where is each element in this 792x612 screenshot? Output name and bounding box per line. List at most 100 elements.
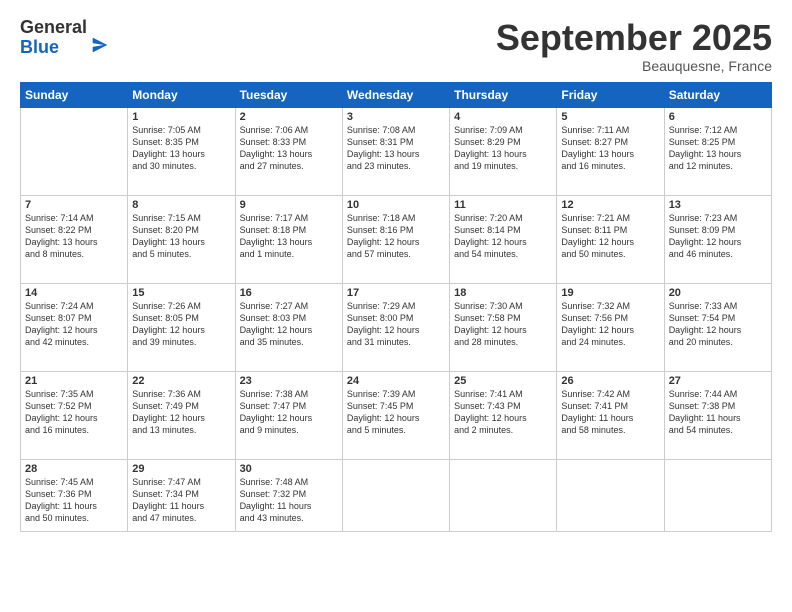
day-detail: Sunrise: 7:11 AMSunset: 8:27 PMDaylight:… bbox=[561, 124, 659, 173]
day-number: 18 bbox=[454, 287, 552, 299]
day-number: 19 bbox=[561, 287, 659, 299]
table-row: 8Sunrise: 7:15 AMSunset: 8:20 PMDaylight… bbox=[128, 195, 235, 283]
day-number: 28 bbox=[25, 463, 123, 475]
calendar-header-row: Sunday Monday Tuesday Wednesday Thursday… bbox=[21, 82, 772, 107]
table-row: 21Sunrise: 7:35 AMSunset: 7:52 PMDayligh… bbox=[21, 371, 128, 459]
day-number: 23 bbox=[240, 375, 338, 387]
table-row: 27Sunrise: 7:44 AMSunset: 7:38 PMDayligh… bbox=[664, 371, 771, 459]
day-number: 2 bbox=[240, 111, 338, 123]
table-row: 3Sunrise: 7:08 AMSunset: 8:31 PMDaylight… bbox=[342, 107, 449, 195]
table-row bbox=[342, 459, 449, 531]
day-detail: Sunrise: 7:12 AMSunset: 8:25 PMDaylight:… bbox=[669, 124, 767, 173]
day-detail: Sunrise: 7:14 AMSunset: 8:22 PMDaylight:… bbox=[25, 212, 123, 261]
day-detail: Sunrise: 7:29 AMSunset: 8:00 PMDaylight:… bbox=[347, 300, 445, 349]
table-row: 22Sunrise: 7:36 AMSunset: 7:49 PMDayligh… bbox=[128, 371, 235, 459]
day-detail: Sunrise: 7:18 AMSunset: 8:16 PMDaylight:… bbox=[347, 212, 445, 261]
day-number: 15 bbox=[132, 287, 230, 299]
day-number: 26 bbox=[561, 375, 659, 387]
day-number: 14 bbox=[25, 287, 123, 299]
day-detail: Sunrise: 7:30 AMSunset: 7:58 PMDaylight:… bbox=[454, 300, 552, 349]
day-detail: Sunrise: 7:26 AMSunset: 8:05 PMDaylight:… bbox=[132, 300, 230, 349]
table-row: 7Sunrise: 7:14 AMSunset: 8:22 PMDaylight… bbox=[21, 195, 128, 283]
table-row: 6Sunrise: 7:12 AMSunset: 8:25 PMDaylight… bbox=[664, 107, 771, 195]
calendar-table: Sunday Monday Tuesday Wednesday Thursday… bbox=[20, 82, 772, 532]
table-row: 1Sunrise: 7:05 AMSunset: 8:35 PMDaylight… bbox=[128, 107, 235, 195]
day-number: 20 bbox=[669, 287, 767, 299]
day-number: 8 bbox=[132, 199, 230, 211]
day-detail: Sunrise: 7:38 AMSunset: 7:47 PMDaylight:… bbox=[240, 388, 338, 437]
table-row: 10Sunrise: 7:18 AMSunset: 8:16 PMDayligh… bbox=[342, 195, 449, 283]
header-saturday: Saturday bbox=[664, 82, 771, 107]
day-number: 10 bbox=[347, 199, 445, 211]
day-detail: Sunrise: 7:36 AMSunset: 7:49 PMDaylight:… bbox=[132, 388, 230, 437]
day-number: 16 bbox=[240, 287, 338, 299]
day-number: 17 bbox=[347, 287, 445, 299]
location: Beauquesne, France bbox=[496, 58, 772, 74]
day-detail: Sunrise: 7:08 AMSunset: 8:31 PMDaylight:… bbox=[347, 124, 445, 173]
table-row: 12Sunrise: 7:21 AMSunset: 8:11 PMDayligh… bbox=[557, 195, 664, 283]
table-row: 13Sunrise: 7:23 AMSunset: 8:09 PMDayligh… bbox=[664, 195, 771, 283]
table-row: 9Sunrise: 7:17 AMSunset: 8:18 PMDaylight… bbox=[235, 195, 342, 283]
day-number: 11 bbox=[454, 199, 552, 211]
day-detail: Sunrise: 7:39 AMSunset: 7:45 PMDaylight:… bbox=[347, 388, 445, 437]
day-detail: Sunrise: 7:20 AMSunset: 8:14 PMDaylight:… bbox=[454, 212, 552, 261]
day-detail: Sunrise: 7:06 AMSunset: 8:33 PMDaylight:… bbox=[240, 124, 338, 173]
header-sunday: Sunday bbox=[21, 82, 128, 107]
day-detail: Sunrise: 7:21 AMSunset: 8:11 PMDaylight:… bbox=[561, 212, 659, 261]
header-monday: Monday bbox=[128, 82, 235, 107]
day-number: 3 bbox=[347, 111, 445, 123]
day-detail: Sunrise: 7:17 AMSunset: 8:18 PMDaylight:… bbox=[240, 212, 338, 261]
day-detail: Sunrise: 7:44 AMSunset: 7:38 PMDaylight:… bbox=[669, 388, 767, 437]
table-row: 5Sunrise: 7:11 AMSunset: 8:27 PMDaylight… bbox=[557, 107, 664, 195]
table-row bbox=[21, 107, 128, 195]
table-row: 18Sunrise: 7:30 AMSunset: 7:58 PMDayligh… bbox=[450, 283, 557, 371]
day-number: 30 bbox=[240, 463, 338, 475]
day-detail: Sunrise: 7:32 AMSunset: 7:56 PMDaylight:… bbox=[561, 300, 659, 349]
table-row: 23Sunrise: 7:38 AMSunset: 7:47 PMDayligh… bbox=[235, 371, 342, 459]
day-detail: Sunrise: 7:35 AMSunset: 7:52 PMDaylight:… bbox=[25, 388, 123, 437]
day-number: 1 bbox=[132, 111, 230, 123]
table-row: 11Sunrise: 7:20 AMSunset: 8:14 PMDayligh… bbox=[450, 195, 557, 283]
day-number: 29 bbox=[132, 463, 230, 475]
day-number: 21 bbox=[25, 375, 123, 387]
table-row: 29Sunrise: 7:47 AMSunset: 7:34 PMDayligh… bbox=[128, 459, 235, 531]
day-number: 27 bbox=[669, 375, 767, 387]
day-detail: Sunrise: 7:05 AMSunset: 8:35 PMDaylight:… bbox=[132, 124, 230, 173]
day-number: 4 bbox=[454, 111, 552, 123]
day-number: 25 bbox=[454, 375, 552, 387]
logo-general: General bbox=[20, 18, 87, 38]
table-row: 16Sunrise: 7:27 AMSunset: 8:03 PMDayligh… bbox=[235, 283, 342, 371]
table-row: 28Sunrise: 7:45 AMSunset: 7:36 PMDayligh… bbox=[21, 459, 128, 531]
table-row: 24Sunrise: 7:39 AMSunset: 7:45 PMDayligh… bbox=[342, 371, 449, 459]
day-detail: Sunrise: 7:23 AMSunset: 8:09 PMDaylight:… bbox=[669, 212, 767, 261]
day-detail: Sunrise: 7:33 AMSunset: 7:54 PMDaylight:… bbox=[669, 300, 767, 349]
day-number: 5 bbox=[561, 111, 659, 123]
day-detail: Sunrise: 7:41 AMSunset: 7:43 PMDaylight:… bbox=[454, 388, 552, 437]
day-detail: Sunrise: 7:47 AMSunset: 7:34 PMDaylight:… bbox=[132, 476, 230, 525]
table-row: 4Sunrise: 7:09 AMSunset: 8:29 PMDaylight… bbox=[450, 107, 557, 195]
day-number: 13 bbox=[669, 199, 767, 211]
day-detail: Sunrise: 7:45 AMSunset: 7:36 PMDaylight:… bbox=[25, 476, 123, 525]
table-row: 15Sunrise: 7:26 AMSunset: 8:05 PMDayligh… bbox=[128, 283, 235, 371]
table-row bbox=[450, 459, 557, 531]
table-row: 17Sunrise: 7:29 AMSunset: 8:00 PMDayligh… bbox=[342, 283, 449, 371]
logo-icon bbox=[89, 34, 111, 56]
day-detail: Sunrise: 7:15 AMSunset: 8:20 PMDaylight:… bbox=[132, 212, 230, 261]
table-row: 2Sunrise: 7:06 AMSunset: 8:33 PMDaylight… bbox=[235, 107, 342, 195]
table-row: 19Sunrise: 7:32 AMSunset: 7:56 PMDayligh… bbox=[557, 283, 664, 371]
table-row bbox=[664, 459, 771, 531]
logo-blue: Blue bbox=[20, 38, 87, 58]
day-number: 9 bbox=[240, 199, 338, 211]
day-number: 12 bbox=[561, 199, 659, 211]
day-detail: Sunrise: 7:48 AMSunset: 7:32 PMDaylight:… bbox=[240, 476, 338, 525]
table-row: 20Sunrise: 7:33 AMSunset: 7:54 PMDayligh… bbox=[664, 283, 771, 371]
day-detail: Sunrise: 7:24 AMSunset: 8:07 PMDaylight:… bbox=[25, 300, 123, 349]
day-detail: Sunrise: 7:09 AMSunset: 8:29 PMDaylight:… bbox=[454, 124, 552, 173]
header-thursday: Thursday bbox=[450, 82, 557, 107]
table-row: 26Sunrise: 7:42 AMSunset: 7:41 PMDayligh… bbox=[557, 371, 664, 459]
month-title: September 2025 bbox=[496, 18, 772, 58]
page-header: General Blue September 2025 Beauquesne, … bbox=[20, 18, 772, 74]
day-number: 6 bbox=[669, 111, 767, 123]
day-number: 7 bbox=[25, 199, 123, 211]
header-friday: Friday bbox=[557, 82, 664, 107]
